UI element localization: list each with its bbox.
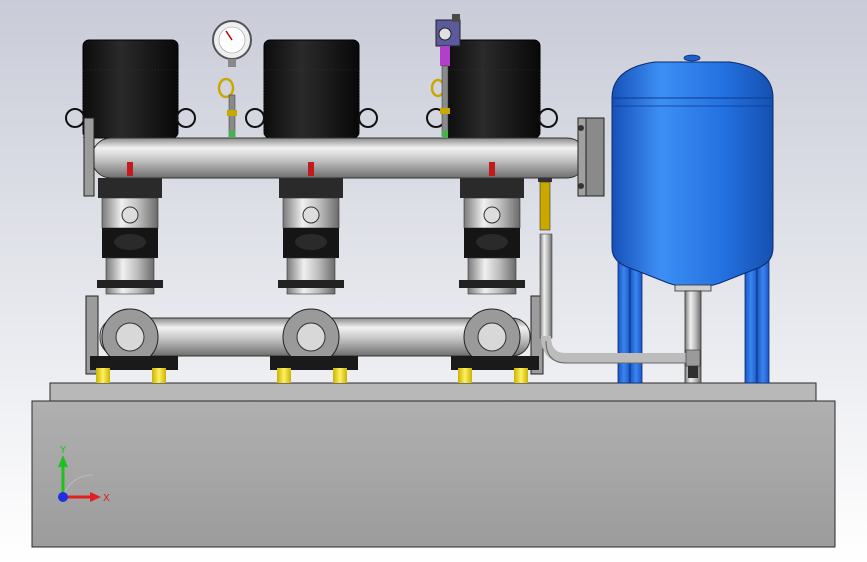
pump-body[interactable] <box>278 178 344 295</box>
discharge-end-flange <box>83 117 95 197</box>
skid-plate[interactable] <box>49 382 817 402</box>
tank-outlet-flange <box>674 284 712 292</box>
tank-vessel <box>611 61 774 288</box>
motors[interactable] <box>65 39 558 139</box>
discharge-outlet-flange <box>585 117 605 197</box>
z-axis-marker <box>58 492 68 502</box>
model-scene[interactable]: Y X <box>0 0 867 562</box>
pressure-tank[interactable] <box>611 54 774 384</box>
pump-body[interactable] <box>459 178 525 295</box>
tank-top-cap <box>683 54 701 62</box>
concrete-base[interactable] <box>31 400 836 548</box>
check-valve-indicator <box>489 162 495 176</box>
tank-leg <box>756 249 770 384</box>
pump-body[interactable] <box>97 178 163 295</box>
ball-valve[interactable] <box>539 181 551 231</box>
check-valve-indicator <box>127 162 133 176</box>
check-valve-indicator <box>308 162 314 176</box>
graphics-viewport[interactable]: Y X <box>0 0 867 562</box>
y-axis-label: Y <box>59 445 67 456</box>
x-axis-label: X <box>103 493 110 504</box>
pump-motor[interactable] <box>245 39 378 139</box>
